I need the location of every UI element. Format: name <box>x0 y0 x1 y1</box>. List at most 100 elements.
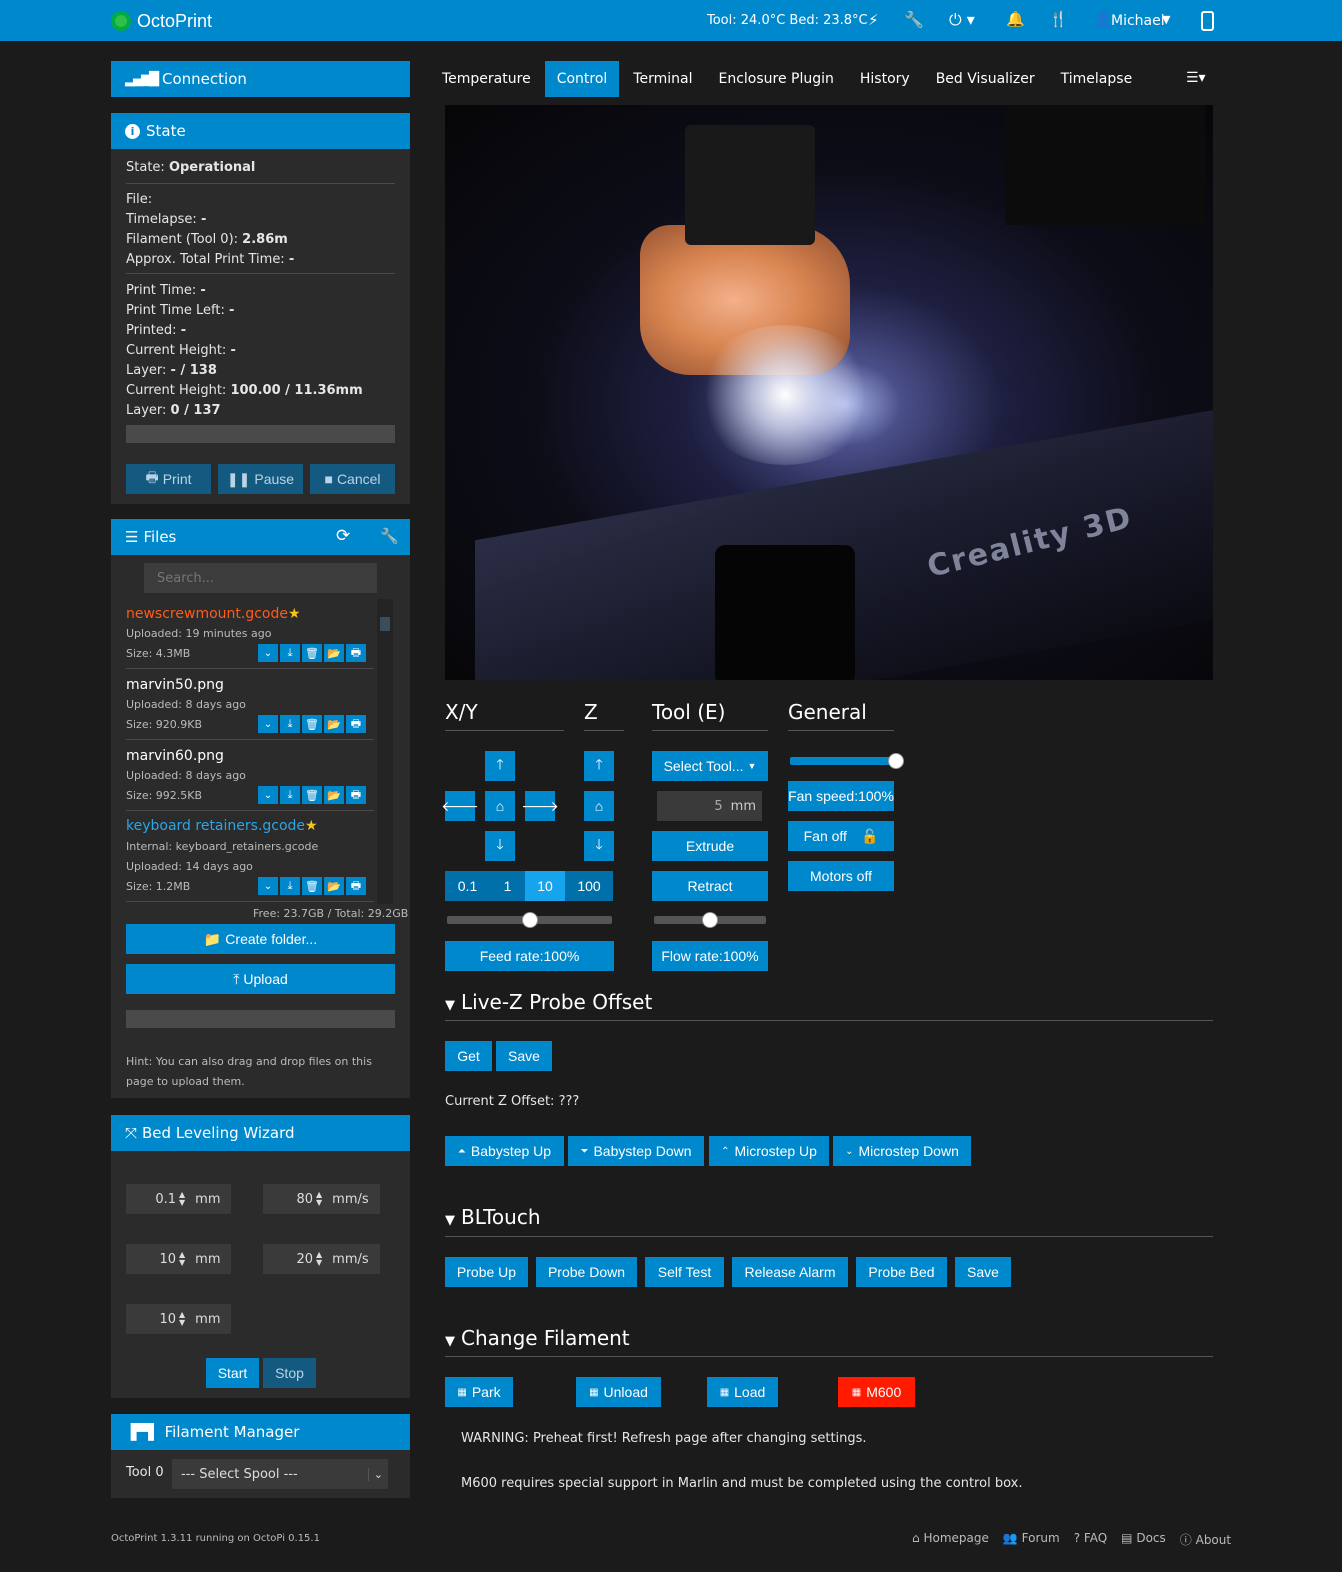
temperature-readout[interactable]: Tool: 24.0°C Bed: 23.8°C <box>707 13 868 28</box>
webcam-stream[interactable]: Creality 3D <box>445 105 1213 680</box>
load-button[interactable]: ▦ Load <box>707 1377 778 1407</box>
download-icon[interactable]: ⤓ <box>280 644 300 662</box>
retract-button[interactable]: Retract <box>652 871 768 901</box>
z-minus-button[interactable]: 🡓 <box>584 831 614 861</box>
m600-button[interactable]: ▦ M600 <box>838 1377 915 1407</box>
park-button[interactable]: ▦ Park <box>445 1377 513 1407</box>
file-name[interactable]: marvin50.png <box>126 677 224 693</box>
forum-link[interactable]: 👥 Forum <box>1003 1531 1060 1548</box>
step-100-button[interactable]: 100 <box>565 871 613 901</box>
change-filament-heading[interactable]: ▼ Change Filament <box>445 1326 630 1350</box>
print-icon[interactable]: 🖶 <box>346 786 366 804</box>
flow-rate-slider-knob[interactable] <box>702 912 718 928</box>
create-folder-button[interactable]: 📁 Create folder... <box>126 924 395 954</box>
height-field[interactable]: 10 ▲ ▼ mm <box>126 1244 231 1274</box>
livez-heading[interactable]: ▼ Live-Z Probe Offset <box>445 990 652 1014</box>
chevron-down-icon[interactable]: ⌄ <box>258 644 278 662</box>
get-button[interactable]: Get <box>445 1041 492 1071</box>
trash-icon[interactable]: 🗑 <box>302 715 322 733</box>
about-link[interactable]: ⓘ About <box>1180 1531 1231 1548</box>
upload-button[interactable]: ⤒ Upload <box>126 964 395 994</box>
file-name[interactable]: marvin60.png <box>126 748 224 764</box>
print-icon[interactable]: 🖶 <box>346 715 366 733</box>
microstep-down-button[interactable]: ⌄ Microstep Down <box>833 1136 971 1166</box>
bell-icon[interactable]: 🔔 <box>1006 10 1025 28</box>
home-xy-button[interactable]: ⌂ <box>485 791 515 821</box>
bed-leveling-header[interactable]: ⤧ Bed Leveling Wizard <box>111 1115 410 1151</box>
bltouch-heading[interactable]: ▼ BLTouch <box>445 1205 541 1229</box>
trash-icon[interactable]: 🗑 <box>302 644 322 662</box>
files-scroll-thumb[interactable] <box>380 617 390 631</box>
wrench-icon[interactable]: 🔧 <box>904 10 924 29</box>
faq-link[interactable]: ? FAQ <box>1074 1531 1107 1548</box>
download-icon[interactable]: ⤓ <box>280 715 300 733</box>
x-minus-button[interactable]: 🡐 <box>441 791 479 821</box>
offset-field[interactable]: 10 ▲ ▼ mm <box>126 1304 231 1334</box>
flow-rate-button[interactable]: Flow rate:100% <box>652 941 768 971</box>
folder-open-icon[interactable]: 📂 <box>324 644 344 662</box>
microstep-up-button[interactable]: ⌃ Microstep Up <box>709 1136 829 1166</box>
file-search-input[interactable] <box>144 563 377 593</box>
state-header[interactable]: i State <box>111 113 410 149</box>
feed-rate-slider-knob[interactable] <box>521 912 538 928</box>
stop-button[interactable]: Stop <box>263 1358 316 1388</box>
connection-header[interactable]: ▂▄▆█ Connection <box>111 61 410 97</box>
tab-timelapse[interactable]: Timelapse <box>1049 61 1145 97</box>
tab-terminal[interactable]: Terminal <box>621 61 704 97</box>
user-caret-icon[interactable]: ▼ <box>1162 13 1170 26</box>
unload-button[interactable]: ▦ Unload <box>576 1377 661 1407</box>
probe-bed-button[interactable]: Probe Bed <box>856 1257 947 1287</box>
power-menu-icon[interactable]: ⏻ ▾ <box>949 10 975 30</box>
select-tool-dropdown[interactable]: Select Tool... ▼ <box>652 751 768 781</box>
babystep-down-button[interactable]: ⏷ Babystep Down <box>568 1136 704 1166</box>
self-test-button[interactable]: Self Test <box>645 1257 724 1287</box>
tab-enclosure[interactable]: Enclosure Plugin <box>706 61 845 97</box>
fan-speed-slider[interactable] <box>790 757 896 765</box>
print-icon[interactable]: 🖶 <box>346 877 366 895</box>
step-1-button[interactable]: 1 <box>490 871 525 901</box>
save-button[interactable]: Save <box>496 1041 552 1071</box>
trash-icon[interactable]: 🗑 <box>302 786 322 804</box>
print-button[interactable]: 🖶 Print <box>126 464 211 494</box>
tab-history[interactable]: History <box>848 61 922 97</box>
fan-speed-button[interactable]: Fan speed:100% <box>788 781 894 811</box>
files-scrollbar[interactable] <box>377 599 393 904</box>
octoprint-logo-icon[interactable] <box>111 11 131 31</box>
z-plus-button[interactable]: 🡑 <box>584 751 614 781</box>
fan-speed-slider-knob[interactable] <box>888 753 904 769</box>
travel-speed-field[interactable]: 20 ▲ ▼ mm/s <box>263 1244 380 1274</box>
feed-rate-button[interactable]: Feed rate:100% <box>445 941 614 971</box>
trash-icon[interactable]: 🗑 <box>302 877 322 895</box>
probe-down-button[interactable]: Probe Down <box>536 1257 637 1287</box>
tab-temperature[interactable]: Temperature <box>430 61 543 97</box>
mobile-icon[interactable] <box>1201 11 1214 31</box>
extrude-amount-input[interactable]: 5 mm <box>657 791 762 821</box>
folder-open-icon[interactable]: 📂 <box>324 715 344 733</box>
babystep-up-button[interactable]: ⏶ Babystep Up <box>445 1136 564 1166</box>
chevron-down-icon[interactable]: ⌄ <box>258 715 278 733</box>
wrench-icon[interactable]: 🔧 <box>380 527 399 545</box>
docs-link[interactable]: ▤ Docs <box>1121 1531 1166 1548</box>
speed-field[interactable]: 80 ▲ ▼ mm/s <box>263 1184 380 1214</box>
brand-link[interactable]: OctoPrint <box>137 11 212 32</box>
probe-up-button[interactable]: Probe Up <box>445 1257 528 1287</box>
tab-overflow-menu-icon[interactable]: ☰▾ <box>1186 70 1206 86</box>
cutlery-icon[interactable]: 🍴 <box>1049 10 1068 28</box>
release-alarm-button[interactable]: Release Alarm <box>732 1257 848 1287</box>
refresh-icon[interactable]: ⟳ <box>336 526 350 546</box>
file-name[interactable]: keyboard retainers.gcode★ <box>126 818 318 834</box>
extrude-button[interactable]: Extrude <box>652 831 768 861</box>
tab-control[interactable]: Control <box>544 61 620 97</box>
cancel-button[interactable]: ■ Cancel <box>310 464 395 494</box>
y-minus-button[interactable]: 🡓 <box>485 831 515 861</box>
spool-select[interactable]: --- Select Spool --- ⌄ <box>172 1459 388 1489</box>
motors-off-button[interactable]: Motors off <box>788 861 894 891</box>
step-0-1-button[interactable]: 0.1 <box>445 871 490 901</box>
folder-open-icon[interactable]: 📂 <box>324 877 344 895</box>
folder-open-icon[interactable]: 📂 <box>324 786 344 804</box>
files-header[interactable]: ☰ Files <box>111 519 410 555</box>
download-icon[interactable]: ⤓ <box>280 877 300 895</box>
start-button[interactable]: Start <box>206 1358 259 1388</box>
step-10-button[interactable]: 10 <box>525 871 565 901</box>
distance-field[interactable]: 0.1 ▲ ▼ mm <box>126 1184 231 1214</box>
